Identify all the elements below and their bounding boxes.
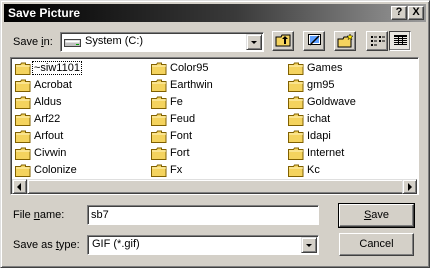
folder-item-label: ichat xyxy=(307,113,331,125)
folder-icon xyxy=(15,79,31,92)
new-folder-button[interactable] xyxy=(334,31,356,51)
list-view-button[interactable] xyxy=(366,31,388,51)
close-button[interactable]: X xyxy=(408,6,424,20)
folder-icon xyxy=(288,96,304,109)
folder-item-label: Colonize xyxy=(34,164,77,176)
folder-item-label: Games xyxy=(307,62,343,74)
folder-icon xyxy=(151,62,167,75)
up-one-level-icon xyxy=(275,34,291,47)
create-new-folder-icon xyxy=(337,33,354,48)
scroll-right-button[interactable] xyxy=(402,179,417,194)
folder-item-label: Internet xyxy=(307,147,345,159)
folder-item-label: Fe xyxy=(170,96,183,108)
folder-item-label: Idapi xyxy=(307,130,331,142)
window-title: Save Picture xyxy=(8,6,81,20)
folder-item-label: Fort xyxy=(170,147,190,159)
desktop-icon xyxy=(308,34,321,46)
folder-item-label: Civwin xyxy=(34,147,67,159)
folder-icon xyxy=(288,130,304,143)
folder-icon xyxy=(288,147,304,160)
save-picture-dialog: Save Picture ? X Save in: System (C:) ~s… xyxy=(0,0,430,268)
save-as-type-dropdown[interactable]: GIF (*.gif) xyxy=(87,235,319,255)
details-view-icon xyxy=(394,35,407,45)
folder-item-label: Arf22 xyxy=(34,113,61,125)
chevron-down-icon[interactable] xyxy=(301,237,317,253)
save-in-dropdown[interactable]: System (C:) xyxy=(60,32,264,52)
folder-icon xyxy=(151,164,167,177)
scrollbar-thumb[interactable] xyxy=(27,179,405,194)
save-as-type-value: GIF (*.gif) xyxy=(92,238,140,250)
file-list[interactable]: ~siw1101 Acrobat Aldus Arf22 Arfout Civwin Col… xyxy=(10,57,419,195)
folder-icon xyxy=(15,164,31,177)
folder-item-label: Earthwin xyxy=(170,79,213,91)
help-button[interactable]: ? xyxy=(391,6,407,20)
folder-icon xyxy=(151,130,167,143)
scroll-left-button[interactable] xyxy=(12,179,27,194)
horizontal-scrollbar[interactable] xyxy=(12,179,417,194)
file-name-label: File name: xyxy=(13,209,65,221)
save-in-value: System (C:) xyxy=(85,35,144,47)
save-in-label: Save in: xyxy=(13,36,53,48)
folder-icon xyxy=(151,96,167,109)
folder-icon xyxy=(151,113,167,126)
file-name-input[interactable]: sb7 xyxy=(87,205,319,225)
folder-icon xyxy=(15,96,31,109)
folder-item-label: Feud xyxy=(170,113,196,125)
folder-item-label: gm95 xyxy=(307,79,335,91)
folder-item-label: Acrobat xyxy=(34,79,72,91)
chevron-down-icon[interactable] xyxy=(246,34,262,50)
folder-icon xyxy=(15,147,31,160)
folder-item-label: Goldwave xyxy=(307,96,356,108)
folder-icon xyxy=(151,147,167,160)
folder-item-label: Color95 xyxy=(170,62,209,74)
folder-item-label: Fx xyxy=(170,164,183,176)
up-one-level-button[interactable] xyxy=(272,31,294,51)
folder-item-label: ~siw1101 xyxy=(32,61,82,75)
drive-icon xyxy=(64,39,81,47)
file-name-value: sb7 xyxy=(91,209,109,221)
folder-item-label: Aldus xyxy=(34,96,62,108)
folder-icon xyxy=(288,164,304,177)
details-view-button[interactable] xyxy=(389,31,411,51)
desktop-button[interactable] xyxy=(303,31,325,51)
folder-icon xyxy=(288,62,304,75)
folder-icon xyxy=(288,79,304,92)
cancel-button[interactable]: Cancel xyxy=(339,233,414,256)
folder-item-label: Arfout xyxy=(34,130,64,142)
save-button[interactable]: Save xyxy=(338,203,415,228)
folder-item-label: Font xyxy=(170,130,193,142)
list-view-icon xyxy=(371,36,385,46)
folder-item-label: Kc xyxy=(307,164,320,176)
title-bar[interactable]: Save Picture ? X xyxy=(4,4,426,22)
save-as-type-label: Save as type: xyxy=(13,239,80,251)
folder-icon xyxy=(15,62,31,75)
folder-icon xyxy=(151,79,167,92)
folder-icon xyxy=(288,113,304,126)
folder-icon xyxy=(15,130,31,143)
folder-icon xyxy=(15,113,31,126)
